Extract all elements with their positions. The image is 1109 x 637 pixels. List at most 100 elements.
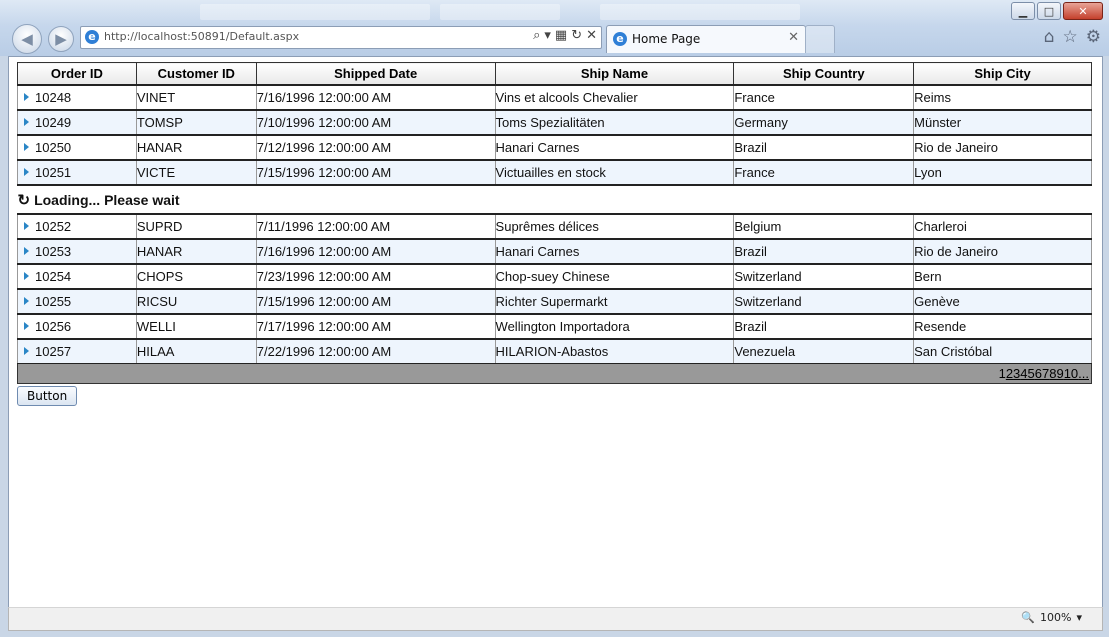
address-bar[interactable]: e http://localhost:50891/Default.aspx ⌕ … [80, 26, 602, 49]
table-cell: Suprêmes délices [494, 213, 735, 240]
pager-row: 12345678910... [17, 363, 1092, 384]
pager-link[interactable]: ... [1078, 366, 1089, 381]
close-tab-icon[interactable]: ✕ [788, 30, 799, 45]
table-cell: 10248 [17, 84, 137, 111]
expand-row-icon[interactable] [24, 272, 29, 280]
home-icon[interactable]: ⌂ [1044, 27, 1055, 47]
tab-title: Home Page [632, 32, 701, 46]
compatibility-view-icon[interactable]: ▦ [555, 28, 567, 43]
table-cell: Switzerland [733, 263, 915, 290]
table-cell: 7/23/1996 12:00:00 AM [255, 263, 496, 290]
pager-link[interactable]: 6 [1035, 366, 1042, 381]
expand-row-icon[interactable] [24, 247, 29, 255]
table-cell: HILAA [135, 338, 257, 364]
order-id: 10254 [35, 269, 72, 284]
table-row[interactable]: 10248 VINET 7/16/1996 12:00:00 AM Vins et a… [17, 84, 1092, 111]
table-cell: France [733, 84, 915, 111]
table-row[interactable]: 10249 TOMSP 7/10/1996 12:00:00 AM Toms Spez… [17, 109, 1092, 136]
table-row[interactable]: 10251 VICTE 7/15/1996 12:00:00 AM Victuaill… [17, 159, 1092, 186]
expand-row-icon[interactable] [24, 347, 29, 355]
table-row[interactable]: 10250 HANAR 7/12/1996 12:00:00 AM Hanari Ca… [17, 134, 1092, 161]
order-id: 10248 [35, 90, 72, 105]
column-header[interactable]: Shipped Date [255, 62, 496, 86]
table-cell: Genève [913, 288, 1092, 315]
address-url[interactable]: http://localhost:50891/Default.aspx [104, 30, 299, 43]
button[interactable]: Button [17, 386, 78, 406]
table-cell: 7/12/1996 12:00:00 AM [255, 134, 496, 161]
table-cell: 7/15/1996 12:00:00 AM [255, 288, 496, 315]
maximize-button[interactable]: □ [1037, 2, 1061, 20]
column-header[interactable]: Ship Name [494, 62, 735, 86]
table-row[interactable]: 10255 RICSU 7/15/1996 12:00:00 AM Richter S… [17, 288, 1092, 315]
column-header[interactable]: Ship City [913, 62, 1092, 86]
loading-indicator: ↻ Loading... Please wait [17, 184, 1092, 215]
pager-link[interactable]: 5 [1028, 366, 1035, 381]
close-window-button[interactable]: ✕ [1063, 2, 1103, 20]
table-cell: Brazil [733, 134, 915, 161]
loading-spinner-icon: ↻ [17, 191, 31, 209]
expand-row-icon[interactable] [24, 297, 29, 305]
new-tab-button[interactable] [805, 25, 835, 53]
table-cell: Germany [733, 109, 915, 136]
minimize-button[interactable]: ▁ [1011, 2, 1035, 20]
table-cell: Münster [913, 109, 1092, 136]
table-row[interactable]: 10252 SUPRD 7/11/1996 12:00:00 AM Suprêmes … [17, 213, 1092, 240]
order-id: 10253 [35, 244, 72, 259]
forward-button[interactable]: ▶ [48, 26, 74, 52]
toolbar-icons: ⌂ ☆ ⚙ [1044, 27, 1101, 47]
zoom-dropdown-icon[interactable]: ▾ [1076, 611, 1082, 624]
table-cell: Belgium [733, 213, 915, 240]
table-cell: 7/16/1996 12:00:00 AM [255, 84, 496, 111]
table-cell: 10254 [17, 263, 137, 290]
forward-arrow-icon: ▶ [55, 30, 67, 48]
address-tools: ⌕ ▾ ▦ ↻ ✕ [533, 28, 597, 43]
table-cell: Hanari Carnes [494, 238, 735, 265]
table-row[interactable]: 10254 CHOPS 7/23/1996 12:00:00 AM Chop-suey… [17, 263, 1092, 290]
expand-row-icon[interactable] [24, 118, 29, 126]
ie-tab-icon: e [613, 32, 627, 46]
table-cell: TOMSP [135, 109, 257, 136]
table-cell: San Cristóbal [913, 338, 1092, 364]
tab-home-page[interactable]: e Home Page ✕ [606, 25, 806, 53]
stop-icon[interactable]: ✕ [586, 28, 597, 43]
table-cell: 10257 [17, 338, 137, 364]
order-id: 10256 [35, 319, 72, 334]
favorites-star-icon[interactable]: ☆ [1063, 27, 1078, 47]
table-cell: 7/11/1996 12:00:00 AM [255, 213, 496, 240]
browser-chrome: ▁ □ ✕ ◀ ▶ e http://localhost:50891/Defau… [0, 0, 1109, 56]
dropdown-icon[interactable]: ▾ [544, 28, 551, 43]
zoom-control[interactable]: 🔍 100% ▾ [1021, 611, 1082, 624]
expand-row-icon[interactable] [24, 222, 29, 230]
window-controls: ▁ □ ✕ [1011, 2, 1103, 20]
column-header[interactable]: Ship Country [733, 62, 915, 86]
expand-row-icon[interactable] [24, 143, 29, 151]
table-cell: Richter Supermarkt [494, 288, 735, 315]
table-cell: RICSU [135, 288, 257, 315]
table-row[interactable]: 10253 HANAR 7/16/1996 12:00:00 AM Hanari Ca… [17, 238, 1092, 265]
background-window-ghost [200, 4, 430, 20]
table-cell: Rio de Janeiro [913, 238, 1092, 265]
search-icon[interactable]: ⌕ [533, 28, 540, 43]
status-bar: 🔍 100% ▾ [8, 607, 1103, 631]
column-header[interactable]: Customer ID [135, 62, 257, 86]
background-window-ghost [600, 4, 800, 20]
refresh-icon[interactable]: ↻ [571, 28, 582, 43]
column-header[interactable]: Order ID [17, 62, 137, 86]
order-id: 10257 [35, 344, 72, 359]
table-row[interactable]: 10257 HILAA 7/22/1996 12:00:00 AM HILARION-… [17, 338, 1092, 364]
table-cell: Wellington Importadora [494, 313, 735, 340]
background-window-ghost [440, 4, 560, 20]
table-row[interactable]: 10256 WELLI 7/17/1996 12:00:00 AM Wellingto… [17, 313, 1092, 340]
pager-link[interactable]: 2 [1006, 366, 1013, 381]
table-cell: Rio de Janeiro [913, 134, 1092, 161]
pager-link[interactable]: 10 [1064, 366, 1078, 381]
expand-row-icon[interactable] [24, 322, 29, 330]
back-button[interactable]: ◀ [12, 24, 42, 54]
expand-row-icon[interactable] [24, 168, 29, 176]
table-cell: Chop-suey Chinese [494, 263, 735, 290]
pager-link[interactable]: 9 [1056, 366, 1063, 381]
tools-gear-icon[interactable]: ⚙ [1086, 27, 1101, 47]
table-cell: SUPRD [135, 213, 257, 240]
pager-link[interactable]: 4 [1020, 366, 1027, 381]
expand-row-icon[interactable] [24, 93, 29, 101]
